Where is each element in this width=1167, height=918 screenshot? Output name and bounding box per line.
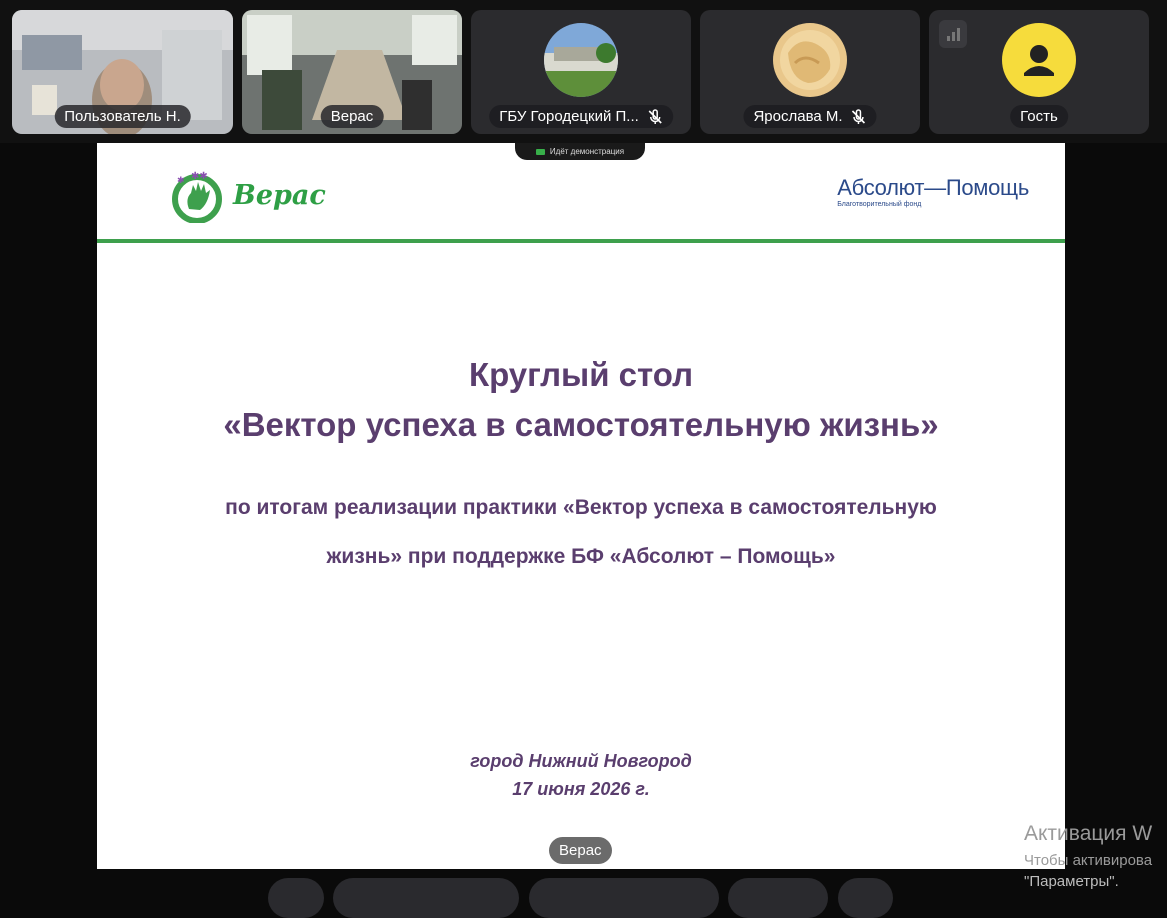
control-button[interactable] bbox=[728, 878, 828, 918]
slide-city: город Нижний Новгород bbox=[470, 751, 692, 771]
absolut-logo-text: Абсолют—Помощь bbox=[837, 175, 1029, 200]
mic-muted-icon bbox=[648, 108, 662, 124]
windows-activation-watermark: Активация W Чтобы активирова "Параметры"… bbox=[1024, 822, 1153, 890]
slide-date: 17 июня 2026 г. bbox=[512, 779, 650, 799]
screen-share-label: Идёт демонстрация bbox=[549, 147, 625, 156]
slide-title: Круглый стол «Вектор успеха в самостояте… bbox=[223, 356, 939, 443]
avatar bbox=[1002, 23, 1076, 97]
mic-muted-icon bbox=[851, 108, 866, 124]
svg-text:✱✱: ✱✱ bbox=[191, 171, 208, 182]
slide-subtitle: по итогам реализации практики «Вектор ус… bbox=[225, 496, 937, 568]
avatar bbox=[773, 23, 847, 97]
control-button[interactable] bbox=[333, 878, 519, 918]
header-divider bbox=[97, 239, 1065, 243]
veras-logo-text: Верас bbox=[233, 179, 326, 211]
control-button[interactable] bbox=[838, 878, 893, 918]
participant-name: Ярослава М. bbox=[743, 105, 877, 128]
avatar bbox=[544, 23, 618, 97]
participant-tile[interactable]: Верас bbox=[242, 10, 462, 134]
participant-tile[interactable]: Ярослава М. bbox=[700, 10, 920, 134]
absolut-logo-subtext: Благотворительный фонд bbox=[837, 201, 922, 208]
participant-tile[interactable]: Пользователь Н. bbox=[12, 10, 233, 134]
screen-share-icon bbox=[535, 148, 545, 155]
participant-name: ГБУ Городецкий П... bbox=[489, 105, 673, 128]
svg-text:✱: ✱ bbox=[177, 175, 185, 185]
control-button[interactable] bbox=[529, 878, 719, 918]
participant-strip: Пользователь Н. Верас ГБУ Городецкий П..… bbox=[0, 0, 1167, 143]
hand-logo-icon: ✱✱ ✱ bbox=[172, 171, 222, 223]
participant-tile[interactable]: Гость bbox=[929, 10, 1149, 134]
veras-logo: ✱✱ ✱ Верас bbox=[169, 167, 326, 223]
active-speaker-badge: Верас bbox=[549, 837, 612, 864]
shared-slide: ✱✱ ✱ Верас Абсолют—Помощь Благотворитель… bbox=[97, 143, 1065, 869]
absolut-logo: Абсолют—Помощь Благотворительный фонд bbox=[837, 175, 1029, 208]
slide-location-date: город Нижний Новгород 17 июня 2026 г. bbox=[97, 747, 1065, 803]
user-icon bbox=[1024, 45, 1054, 76]
screen-share-indicator[interactable]: Идёт демонстрация bbox=[515, 143, 645, 160]
signal-icon bbox=[939, 20, 967, 48]
participant-name: Гость bbox=[1010, 105, 1068, 128]
participant-tile[interactable]: ГБУ Городецкий П... bbox=[471, 10, 691, 134]
participant-name: Пользователь Н. bbox=[54, 105, 191, 128]
control-button[interactable] bbox=[268, 878, 324, 918]
participant-name: Верас bbox=[320, 105, 384, 128]
